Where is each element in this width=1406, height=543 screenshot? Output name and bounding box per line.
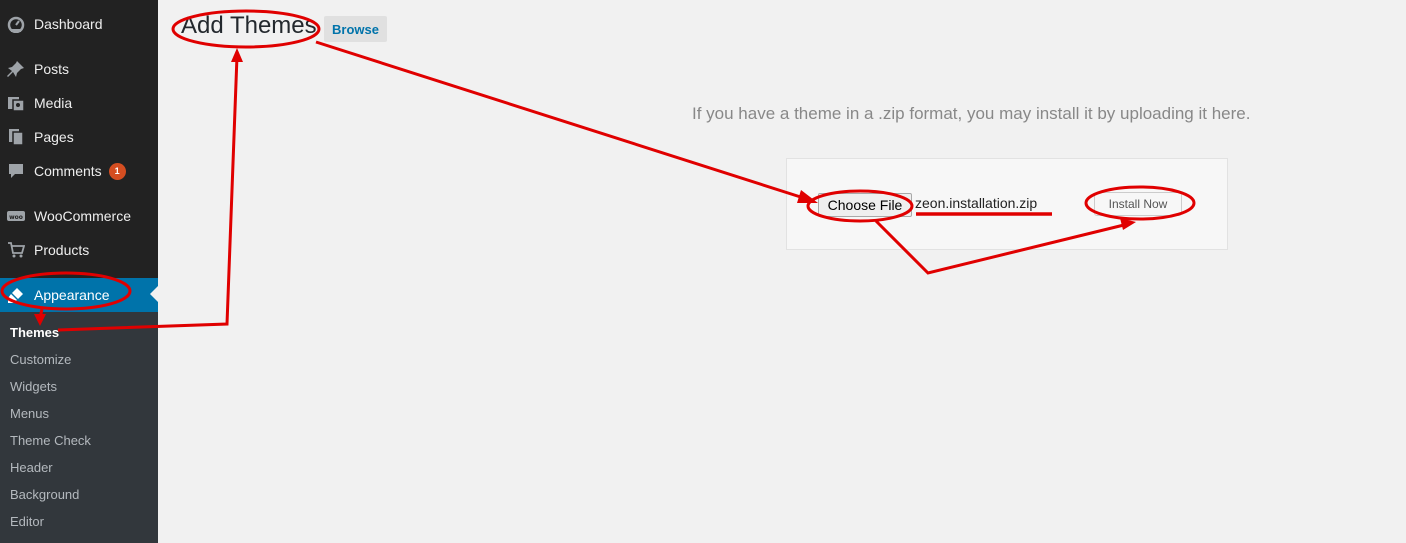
sidebar-item-media[interactable]: Media [0,86,158,120]
page-title: Add Themes [181,12,317,39]
media-icon [6,93,26,113]
submenu-item-header[interactable]: Header [10,460,53,475]
sidebar-item-comments[interactable]: Comments 1 [0,154,158,188]
sidebar-item-products[interactable]: Products [0,233,158,267]
choose-file-button[interactable]: Choose File [818,193,912,217]
selected-file-name: zeon.installation.zip [915,195,1038,211]
svg-text:woo: woo [9,214,23,221]
upload-help-text: If you have a theme in a .zip format, yo… [692,104,1251,123]
sidebar-item-label: Posts [34,61,70,77]
submenu-item-widgets[interactable]: Widgets [10,379,57,394]
woocommerce-icon: woo [6,206,26,226]
submenu-item-menus[interactable]: Menus [10,406,49,421]
cart-icon [6,240,26,260]
submenu-item-editor[interactable]: Editor [10,514,44,529]
active-menu-arrow [150,286,158,302]
install-now-button[interactable]: Install Now [1094,192,1182,216]
brush-icon [6,285,26,305]
sidebar-item-label: Media [34,95,73,111]
submenu-item-theme-check[interactable]: Theme Check [10,433,91,448]
admin-sidebar: Dashboard Posts Media Pages Comments 1 w… [0,0,158,543]
comment-count-badge: 1 [108,162,126,180]
comment-icon [6,161,26,181]
sidebar-item-dashboard[interactable]: Dashboard [0,7,158,41]
annotation-overlay [0,9,1196,332]
sidebar-item-label: Pages [34,129,74,145]
sidebar-item-label: WooCommerce [34,208,131,224]
sidebar-item-label: Comments [34,163,102,179]
pages-icon [6,127,26,147]
pin-icon [6,59,26,79]
sidebar-item-posts[interactable]: Posts [0,52,158,86]
appearance-submenu: Themes Customize Widgets Menus Theme Che… [0,312,158,543]
annotation-arrowhead-title [231,48,243,62]
sidebar-item-label: Dashboard [34,16,103,32]
dashboard-icon [6,14,26,34]
sidebar-item-appearance[interactable]: Appearance [0,278,158,312]
sidebar-item-pages[interactable]: Pages [0,120,158,154]
sidebar-item-woocommerce[interactable]: woo WooCommerce [0,199,158,233]
sidebar-item-label: Appearance [34,287,110,303]
submenu-item-background[interactable]: Background [10,487,79,502]
browse-button[interactable]: Browse [324,16,387,42]
sidebar-item-label: Products [34,242,90,258]
submenu-item-themes[interactable]: Themes [10,325,59,340]
submenu-item-customize[interactable]: Customize [10,352,71,367]
